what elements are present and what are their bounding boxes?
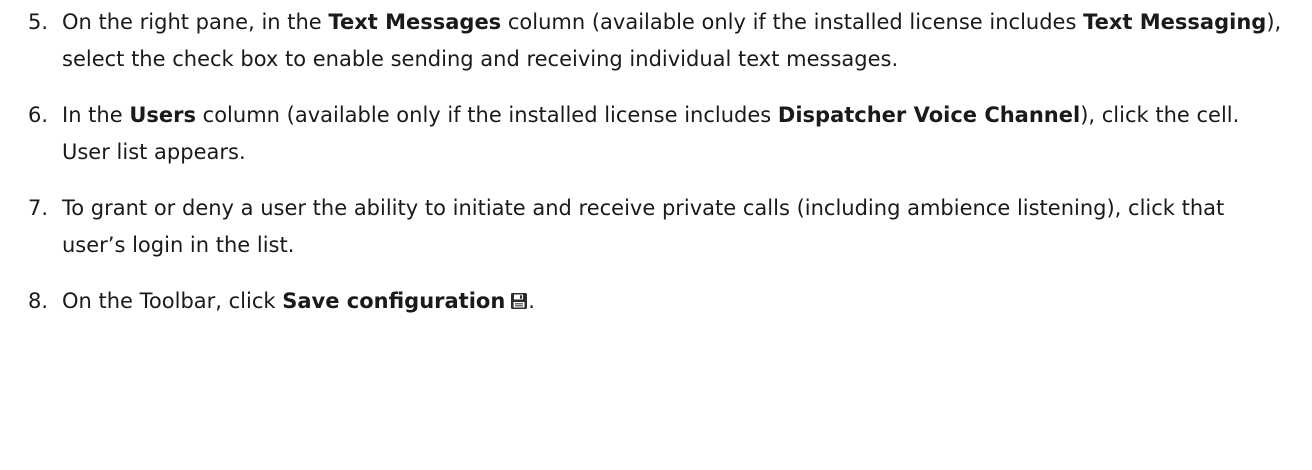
- step-text: .: [528, 289, 535, 313]
- ui-term-dispatcher-voice-channel: Dispatcher Voice Channel: [777, 103, 1081, 127]
- save-icon: [510, 285, 528, 322]
- step-text: On the right pane, in the: [62, 10, 329, 34]
- step-6: 6. In the Users column (available only i…: [0, 97, 1312, 171]
- step-text: column (available only if the installed …: [195, 103, 778, 127]
- ui-term-users: Users: [129, 103, 196, 127]
- step-number: 5.: [28, 10, 49, 34]
- ui-term-text-messaging: Text Messaging: [1083, 10, 1267, 34]
- ui-term-save-configuration: Save configuration: [282, 289, 506, 313]
- step-text: To grant or deny a user the ability to i…: [62, 196, 1225, 257]
- step-8: 8. On the Toolbar, click Save configurat…: [0, 283, 1312, 322]
- step-number: 7.: [28, 196, 49, 220]
- step-text: column (available only if the installed …: [501, 10, 1084, 34]
- ui-term-text-messages: Text Messages: [328, 10, 502, 34]
- step-5: 5. On the right pane, in the Text Messag…: [0, 4, 1312, 78]
- step-7: 7. To grant or deny a user the ability t…: [0, 190, 1312, 264]
- procedure-steps: 5. On the right pane, in the Text Messag…: [0, 0, 1312, 322]
- step-text: In the: [62, 103, 130, 127]
- step-text: ), click the cell.: [1080, 103, 1240, 127]
- step-result: User list appears.: [62, 140, 246, 164]
- step-text: On the Toolbar, click: [62, 289, 283, 313]
- step-number: 6.: [28, 103, 49, 127]
- step-number: 8.: [28, 289, 49, 313]
